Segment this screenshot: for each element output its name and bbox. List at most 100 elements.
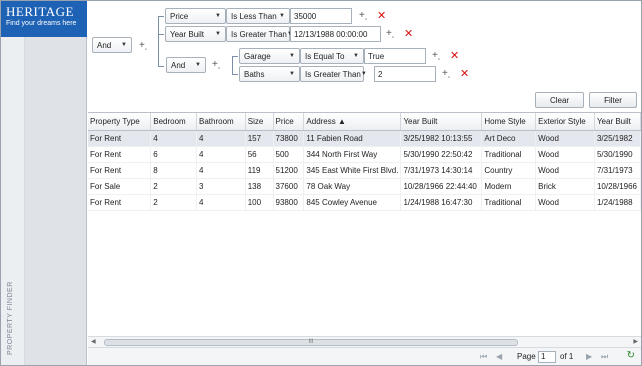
page-number-input[interactable]: 1 xyxy=(538,351,556,363)
table-cell: 344 North First Way xyxy=(303,146,402,163)
condition-2-field-select[interactable]: Year Built ▼ xyxy=(165,26,226,42)
page-label: Page xyxy=(517,352,536,361)
condition-3-value-input[interactable]: True xyxy=(364,48,426,64)
column-header-home-style[interactable]: Home Style xyxy=(481,113,537,131)
table-cell: For Rent xyxy=(88,194,152,211)
tree-connector xyxy=(158,34,164,35)
add-condition-icon[interactable]: +▫ xyxy=(212,60,220,74)
add-condition-icon[interactable]: +▫ xyxy=(139,41,147,55)
tree-connector xyxy=(232,74,238,75)
chevron-down-icon: ▼ xyxy=(279,13,285,19)
column-header-size[interactable]: Size xyxy=(245,113,274,131)
table-cell: 4 xyxy=(196,194,246,211)
refresh-icon[interactable]: ↻ xyxy=(627,350,635,361)
table-row[interactable]: For Sale 2 3 138 37600 78 Oak Way 10/28/… xyxy=(88,178,641,195)
add-condition-icon[interactable]: +▫ xyxy=(442,69,450,83)
table-cell: 10/28/1966 xyxy=(594,178,641,195)
table-cell: 7/31/1973 14:30:14 xyxy=(400,162,483,179)
chevron-down-icon: ▼ xyxy=(215,13,221,19)
filter-button[interactable]: Filter xyxy=(589,92,637,108)
add-condition-icon[interactable]: +▫ xyxy=(386,29,394,43)
table-row[interactable]: For Rent 6 4 56 500 344 North First Way … xyxy=(88,146,641,163)
pager: ⏮ ◀ Page 1 of 1 ▶ ⏭ ↻ xyxy=(88,347,641,365)
table-cell: 56 xyxy=(245,146,274,163)
table-cell: 4 xyxy=(196,146,246,163)
table-cell: 51200 xyxy=(273,162,305,179)
remove-condition-icon[interactable]: ✕ xyxy=(377,11,386,22)
table-cell: 4 xyxy=(196,162,246,179)
tree-connector xyxy=(232,56,233,75)
root-operator-select[interactable]: And ▼ xyxy=(92,37,132,53)
table-cell: Traditional xyxy=(481,146,537,163)
remove-condition-icon[interactable]: ✕ xyxy=(404,29,413,40)
table-header-row: Property Type Bedroom Bathroom Size Pric… xyxy=(88,113,641,131)
table-cell: Wood xyxy=(535,146,595,163)
scroll-right-icon[interactable]: ▶ xyxy=(633,338,638,345)
condition-4-field: Baths xyxy=(244,69,265,79)
table-cell: 2 xyxy=(150,178,197,195)
column-header-exterior-style[interactable]: Exterior Style xyxy=(535,113,595,131)
table-row[interactable]: For Rent 4 4 157 73800 11 Fabien Road 3/… xyxy=(88,130,641,147)
table-cell: 6 xyxy=(150,146,197,163)
table-row[interactable]: For Rent 8 4 119 51200 345 East White Fi… xyxy=(88,162,641,179)
condition-1-operator-select[interactable]: Is Less Than ▼ xyxy=(226,8,290,24)
table-cell: 10/28/1966 22:44:40 xyxy=(400,178,483,195)
condition-3-field-select[interactable]: Garage ▼ xyxy=(239,48,300,64)
add-condition-icon[interactable]: +▫ xyxy=(359,11,367,25)
table-cell: For Rent xyxy=(88,130,152,147)
scrollbar-thumb[interactable]: III xyxy=(104,339,518,346)
column-header-property-type[interactable]: Property Type xyxy=(88,113,152,131)
tree-connector xyxy=(232,56,238,57)
table-cell: 37600 xyxy=(273,178,305,195)
first-page-icon[interactable]: ⏮ xyxy=(480,352,487,362)
table-cell: 100 xyxy=(245,194,274,211)
tree-connector xyxy=(158,66,164,67)
column-header-year-built[interactable]: Year Built xyxy=(400,113,483,131)
group-operator-select[interactable]: And ▼ xyxy=(166,57,206,73)
table-row[interactable]: For Rent 2 4 100 93800 845 Cowley Avenue… xyxy=(88,194,641,211)
table-cell: 4 xyxy=(196,130,246,147)
condition-3-operator-select[interactable]: Is Equal To ▼ xyxy=(300,48,364,64)
table-cell: 2 xyxy=(150,194,197,211)
chevron-down-icon: ▼ xyxy=(289,53,295,59)
tree-connector xyxy=(158,16,159,67)
table-cell: 500 xyxy=(273,146,305,163)
condition-1-field: Price xyxy=(170,11,189,21)
condition-2-operator: Is Greater Than xyxy=(231,29,287,39)
table-cell: For Sale xyxy=(88,178,152,195)
filter-panel: And ▼ +▫ Price ▼ Is Less Than ▼ 35000 +▫… xyxy=(88,1,641,109)
add-condition-icon[interactable]: +▫ xyxy=(432,51,440,65)
horizontal-scrollbar[interactable]: ◀ III ▶ xyxy=(88,336,641,347)
table-cell: 4 xyxy=(150,130,197,147)
table-cell: 5/30/1990 xyxy=(594,146,641,163)
column-header-year-built-2[interactable]: Year Built xyxy=(594,113,641,131)
condition-3-operator: Is Equal To xyxy=(305,51,345,61)
table-cell: 157 xyxy=(245,130,274,147)
condition-2-operator-select[interactable]: Is Greater Than ▼ xyxy=(226,26,293,42)
last-page-icon[interactable]: ⏭ xyxy=(601,352,608,362)
condition-4-value-input[interactable]: 2 xyxy=(374,66,436,82)
column-header-bedroom[interactable]: Bedroom xyxy=(150,113,197,131)
condition-1-field-select[interactable]: Price ▼ xyxy=(165,8,226,24)
condition-4-field-select[interactable]: Baths ▼ xyxy=(239,66,300,82)
table-cell: Modern xyxy=(481,178,537,195)
condition-4-operator-select[interactable]: Is Greater Than ▼ xyxy=(300,66,367,82)
scroll-left-icon[interactable]: ◀ xyxy=(91,338,96,345)
brand-name: HERITAGE xyxy=(6,4,74,19)
condition-2-value-input[interactable]: 12/13/1988 00:00:00 xyxy=(290,26,381,42)
table-cell: 345 East White First Blvd. xyxy=(303,162,402,179)
column-header-price[interactable]: Price xyxy=(273,113,305,131)
remove-condition-icon[interactable]: ✕ xyxy=(450,51,459,62)
table-cell: 5/30/1990 22:50:42 xyxy=(400,146,483,163)
column-header-address[interactable]: Address ▲ xyxy=(303,113,402,131)
table-cell: Traditional xyxy=(481,194,537,211)
clear-button[interactable]: Clear xyxy=(535,92,584,108)
previous-page-icon[interactable]: ◀ xyxy=(496,352,502,361)
table-cell: Country xyxy=(481,162,537,179)
sidebar-rail xyxy=(25,37,87,365)
next-page-icon[interactable]: ▶ xyxy=(586,352,592,361)
column-header-bathroom[interactable]: Bathroom xyxy=(196,113,246,131)
condition-1-value-input[interactable]: 35000 xyxy=(290,8,352,24)
chevron-down-icon: ▼ xyxy=(289,71,295,77)
remove-condition-icon[interactable]: ✕ xyxy=(460,69,469,80)
